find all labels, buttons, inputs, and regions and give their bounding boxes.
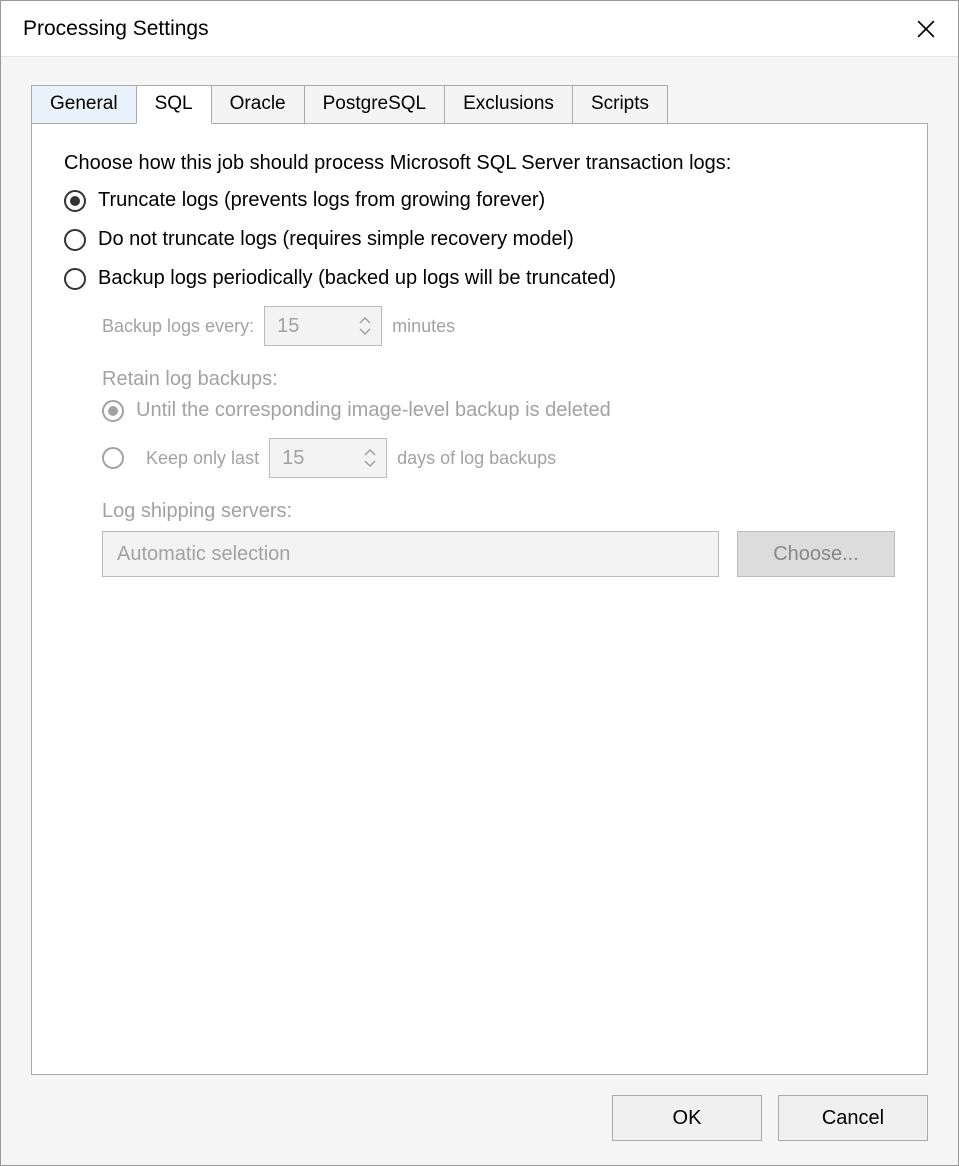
backup-every-value: 15 <box>265 307 349 345</box>
chevron-down-icon <box>364 459 376 467</box>
backup-every-label: Backup logs every: <box>102 316 254 337</box>
radio-until-deleted-label: Until the corresponding image-level back… <box>136 399 611 422</box>
tab-postgresql[interactable]: PostgreSQL <box>304 85 446 124</box>
sql-description: Choose how this job should process Micro… <box>64 152 895 175</box>
radio-do-not-truncate[interactable] <box>64 229 86 251</box>
tab-oracle[interactable]: Oracle <box>211 85 305 124</box>
keep-last-suffix: days of log backups <box>397 448 556 469</box>
option-truncate-row[interactable]: Truncate logs (prevents logs from growin… <box>64 189 895 212</box>
backup-every-unit: minutes <box>392 316 455 337</box>
log-shipping-input[interactable]: Automatic selection <box>102 531 719 577</box>
periodic-backup-settings: Backup logs every: 15 minutes Retain log… <box>102 306 895 577</box>
cancel-button[interactable]: Cancel <box>778 1095 928 1141</box>
option-do-not-truncate-row[interactable]: Do not truncate logs (requires simple re… <box>64 228 895 251</box>
tab-scripts[interactable]: Scripts <box>572 85 668 124</box>
sql-tab-panel: Choose how this job should process Micro… <box>31 123 928 1075</box>
radio-backup-periodically[interactable] <box>64 268 86 290</box>
retain-keep-last-row[interactable]: Keep only last 15 days of log backups <box>102 438 895 478</box>
close-button[interactable] <box>910 13 942 45</box>
keep-last-value: 15 <box>270 439 354 477</box>
spinner-arrows[interactable] <box>354 439 386 477</box>
spinner-arrows[interactable] <box>349 307 381 345</box>
radio-backup-periodically-label: Backup logs periodically (backed up logs… <box>98 267 616 290</box>
window-title: Processing Settings <box>23 17 209 41</box>
button-bar: OK Cancel <box>31 1095 928 1141</box>
radio-keep-last[interactable] <box>102 447 124 469</box>
radio-truncate[interactable] <box>64 190 86 212</box>
retain-until-deleted-row[interactable]: Until the corresponding image-level back… <box>102 399 895 422</box>
backup-every-spinner[interactable]: 15 <box>264 306 382 346</box>
tab-sql[interactable]: SQL <box>136 85 212 124</box>
tabstrip: General SQL Oracle PostgreSQL Exclusions… <box>31 85 928 124</box>
choose-button[interactable]: Choose... <box>737 531 895 577</box>
backup-every-row: Backup logs every: 15 minutes <box>102 306 895 346</box>
tab-exclusions[interactable]: Exclusions <box>444 85 573 124</box>
chevron-up-icon <box>364 449 376 457</box>
radio-truncate-label: Truncate logs (prevents logs from growin… <box>98 189 545 212</box>
dialog-body: General SQL Oracle PostgreSQL Exclusions… <box>1 57 958 1165</box>
chevron-up-icon <box>359 317 371 325</box>
log-shipping-row: Automatic selection Choose... <box>102 531 895 577</box>
retain-label: Retain log backups: <box>102 368 895 391</box>
shipping-label: Log shipping servers: <box>102 500 895 523</box>
tab-general[interactable]: General <box>31 85 137 124</box>
ok-button[interactable]: OK <box>612 1095 762 1141</box>
processing-settings-dialog: Processing Settings General SQL Oracle P… <box>0 0 959 1166</box>
close-icon <box>917 20 935 38</box>
keep-last-spinner[interactable]: 15 <box>269 438 387 478</box>
titlebar: Processing Settings <box>1 1 958 57</box>
radio-until-deleted[interactable] <box>102 400 124 422</box>
keep-last-prefix: Keep only last <box>146 448 259 469</box>
radio-do-not-truncate-label: Do not truncate logs (requires simple re… <box>98 228 574 251</box>
chevron-down-icon <box>359 327 371 335</box>
option-backup-periodically-row[interactable]: Backup logs periodically (backed up logs… <box>64 267 895 290</box>
